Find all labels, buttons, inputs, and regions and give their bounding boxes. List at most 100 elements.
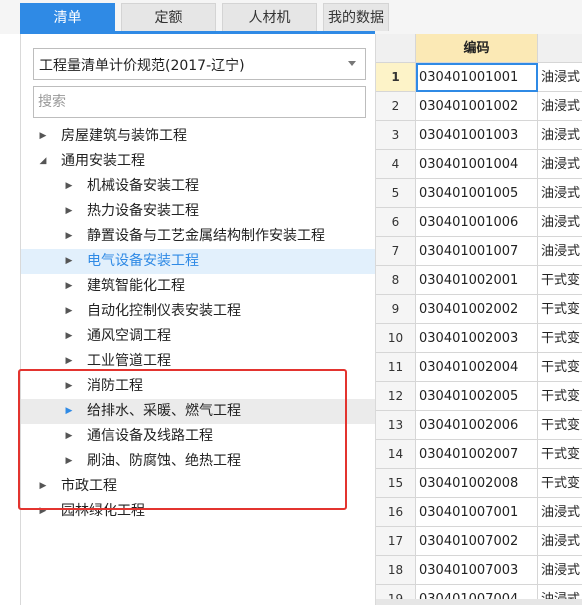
row-number[interactable]: 18 (376, 556, 416, 585)
grid-header-name[interactable] (538, 34, 582, 63)
code-cell[interactable]: 030401002006 (416, 411, 538, 440)
row-number[interactable]: 4 (376, 150, 416, 179)
code-cell[interactable]: 030401002004 (416, 353, 538, 382)
row-number[interactable]: 6 (376, 208, 416, 237)
row-number[interactable]: 7 (376, 237, 416, 266)
row-number[interactable]: 5 (376, 179, 416, 208)
tree-item[interactable]: ▶ 工业管道工程 (21, 349, 375, 374)
tree-expand-icon[interactable]: ▶ (63, 199, 75, 224)
row-number[interactable]: 15 (376, 469, 416, 498)
row-number[interactable]: 17 (376, 527, 416, 556)
name-cell[interactable]: 干式变 (538, 295, 582, 324)
tree-collapse-icon[interactable]: ◢ (37, 149, 49, 174)
tree-expand-icon[interactable]: ▶ (63, 349, 75, 374)
tree-item[interactable]: ▶ 热力设备安装工程 (21, 199, 375, 224)
row-number[interactable]: 16 (376, 498, 416, 527)
name-cell[interactable]: 干式变 (538, 411, 582, 440)
spec-select[interactable]: 工程量清单计价规范(2017-辽宁) (33, 48, 366, 80)
tree-item[interactable]: ▶ 给排水、采暖、燃气工程 (21, 399, 375, 424)
row-number[interactable]: 13 (376, 411, 416, 440)
name-cell[interactable]: 油浸式 (538, 498, 582, 527)
tree-item[interactable]: ◢ 通用安装工程 (21, 149, 375, 174)
tree-expand-icon[interactable]: ▶ (63, 424, 75, 449)
row-number[interactable]: 14 (376, 440, 416, 469)
tree-expand-icon[interactable]: ▶ (63, 399, 75, 424)
name-cell[interactable]: 油浸式 (538, 556, 582, 585)
tree-item[interactable]: ▶ 自动化控制仪表安装工程 (21, 299, 375, 324)
tree-item[interactable]: ▶ 静置设备与工艺金属结构制作安装工程 (21, 224, 375, 249)
code-cell[interactable]: 030401001007 (416, 237, 538, 266)
code-cell[interactable]: 030401001004 (416, 150, 538, 179)
tree-item-label: 刷油、防腐蚀、绝热工程 (87, 453, 241, 469)
tree-expand-icon[interactable]: ▶ (63, 324, 75, 349)
tree-expand-icon[interactable]: ▶ (63, 249, 75, 274)
name-cell[interactable]: 干式变 (538, 382, 582, 411)
row-number[interactable]: 12 (376, 382, 416, 411)
tab-labor-material-machine[interactable]: 人材机 (222, 3, 317, 31)
tab-my-data[interactable]: 我的数据 (323, 3, 389, 31)
tree-expand-icon[interactable]: ▶ (63, 299, 75, 324)
name-cell[interactable]: 干式变 (538, 440, 582, 469)
code-cell[interactable]: 030401001001 (416, 63, 538, 92)
tree-expand-icon[interactable]: ▶ (63, 224, 75, 249)
code-cell[interactable]: 030401002008 (416, 469, 538, 498)
tree-item-label: 静置设备与工艺金属结构制作安装工程 (87, 228, 325, 244)
name-cell[interactable]: 油浸式 (538, 179, 582, 208)
code-cell[interactable]: 030401007002 (416, 527, 538, 556)
code-cell[interactable]: 030401002003 (416, 324, 538, 353)
code-cell[interactable]: 030401001006 (416, 208, 538, 237)
code-cell[interactable]: 030401001003 (416, 121, 538, 150)
code-cell[interactable]: 030401002002 (416, 295, 538, 324)
tree-item[interactable]: ▶ 消防工程 (21, 374, 375, 399)
tree-item-label: 电气设备安装工程 (87, 253, 199, 269)
name-cell[interactable]: 油浸式 (538, 121, 582, 150)
tree-expand-icon[interactable]: ▶ (37, 124, 49, 149)
row-number[interactable]: 10 (376, 324, 416, 353)
name-cell[interactable]: 油浸式 (538, 63, 582, 92)
tree-item[interactable]: ▶ 通信设备及线路工程 (21, 424, 375, 449)
tree-expand-icon[interactable]: ▶ (63, 274, 75, 299)
tab-bill[interactable]: 清单 (20, 3, 115, 31)
row-number[interactable]: 9 (376, 295, 416, 324)
name-cell[interactable]: 干式变 (538, 353, 582, 382)
tree-expand-icon[interactable]: ▶ (63, 449, 75, 474)
name-cell[interactable]: 油浸式 (538, 150, 582, 179)
name-cell[interactable]: 油浸式 (538, 237, 582, 266)
code-cell[interactable]: 030401002005 (416, 382, 538, 411)
row-number[interactable]: 11 (376, 353, 416, 382)
tree-expand-icon[interactable]: ▶ (37, 499, 49, 524)
tree-item[interactable]: ▶ 刷油、防腐蚀、绝热工程 (21, 449, 375, 474)
code-cell[interactable]: 030401002001 (416, 266, 538, 295)
row-number[interactable]: 1 (376, 63, 416, 92)
tree-expand-icon[interactable]: ▶ (63, 374, 75, 399)
tree-item-label: 通信设备及线路工程 (87, 428, 213, 444)
tree-item[interactable]: ▶ 建筑智能化工程 (21, 274, 375, 299)
code-cell[interactable]: 030401002007 (416, 440, 538, 469)
bill-items-grid: 编码 1 030401001001 油浸式 2 030401001002 油浸式 3 0304… (376, 34, 582, 605)
code-cell[interactable]: 030401001002 (416, 92, 538, 121)
tree-item[interactable]: ▶ 市政工程 (21, 474, 375, 499)
code-cell[interactable]: 030401007001 (416, 498, 538, 527)
tree-item[interactable]: ▶ 房屋建筑与装饰工程 (21, 124, 375, 149)
code-cell[interactable]: 030401007003 (416, 556, 538, 585)
tree-item[interactable]: ▶ 机械设备安装工程 (21, 174, 375, 199)
tree-item[interactable]: ▶ 电气设备安装工程 (21, 249, 375, 274)
tree-item[interactable]: ▶ 园林绿化工程 (21, 499, 375, 524)
name-cell[interactable]: 油浸式 (538, 208, 582, 237)
row-number[interactable]: 3 (376, 121, 416, 150)
code-cell[interactable]: 030401001005 (416, 179, 538, 208)
tab-quota[interactable]: 定额 (121, 3, 216, 31)
horizontal-scrollbar[interactable] (376, 599, 582, 605)
name-cell[interactable]: 干式变 (538, 266, 582, 295)
name-cell[interactable]: 油浸式 (538, 92, 582, 121)
name-cell[interactable]: 干式变 (538, 469, 582, 498)
row-number[interactable]: 8 (376, 266, 416, 295)
search-input[interactable] (33, 86, 366, 118)
row-number[interactable]: 2 (376, 92, 416, 121)
name-cell[interactable]: 干式变 (538, 324, 582, 353)
grid-header-code[interactable]: 编码 (416, 34, 538, 63)
tree-expand-icon[interactable]: ▶ (63, 174, 75, 199)
tree-item[interactable]: ▶ 通风空调工程 (21, 324, 375, 349)
name-cell[interactable]: 油浸式 (538, 527, 582, 556)
tree-expand-icon[interactable]: ▶ (37, 474, 49, 499)
